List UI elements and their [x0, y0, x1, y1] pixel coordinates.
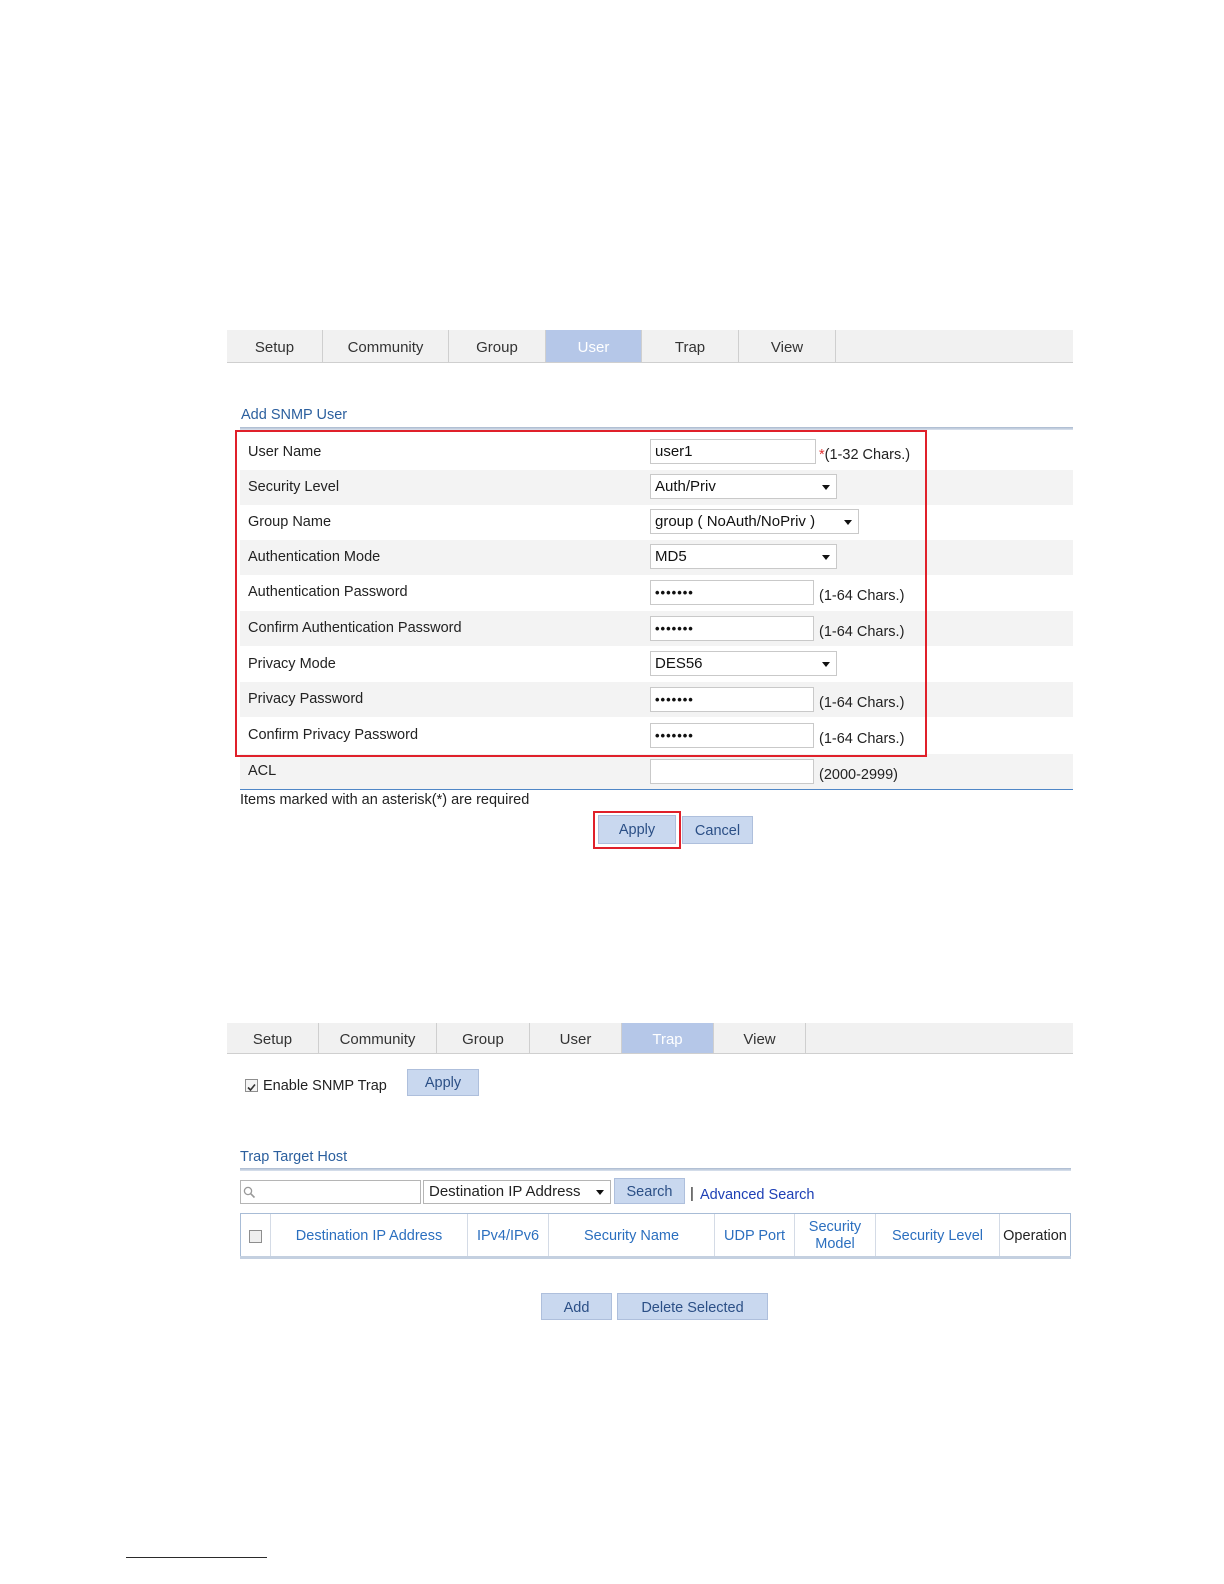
- search-separator: |: [690, 1185, 694, 1202]
- section-title: Add SNMP User: [241, 407, 348, 423]
- table-bottom-rule: [240, 1256, 1071, 1259]
- tab-bar: Setup Community Group User Trap View: [227, 1023, 1073, 1054]
- column-security-model[interactable]: Security Model: [795, 1214, 876, 1258]
- column-ip-version[interactable]: IPv4/IPv6: [468, 1214, 549, 1258]
- tab-setup[interactable]: Setup: [227, 1023, 319, 1053]
- enable-snmp-trap-label: Enable SNMP Trap: [263, 1078, 387, 1094]
- column-security-level[interactable]: Security Level: [876, 1214, 1000, 1258]
- required-note: Items marked with an asterisk(*) are req…: [240, 792, 530, 808]
- select-all-checkbox[interactable]: [249, 1229, 262, 1243]
- highlight-box: [235, 430, 927, 757]
- acl-input[interactable]: [650, 759, 814, 784]
- tab-user[interactable]: User: [546, 330, 642, 362]
- tab-community[interactable]: Community: [323, 330, 449, 362]
- trap-apply-button[interactable]: Apply: [407, 1069, 479, 1096]
- chevron-down-icon: [596, 1190, 604, 1195]
- tab-community[interactable]: Community: [319, 1023, 437, 1053]
- search-button[interactable]: Search: [614, 1178, 685, 1204]
- column-destination-ip[interactable]: Destination IP Address: [271, 1214, 468, 1258]
- row-acl: ACL (2000-2999): [240, 754, 1073, 789]
- tab-group[interactable]: Group: [437, 1023, 530, 1053]
- check-icon: [247, 1083, 256, 1092]
- tab-user[interactable]: User: [530, 1023, 622, 1053]
- add-button[interactable]: Add: [541, 1293, 612, 1320]
- tab-setup[interactable]: Setup: [227, 330, 323, 362]
- advanced-search-link[interactable]: Advanced Search: [700, 1187, 814, 1203]
- search-field-select[interactable]: Destination IP Address: [423, 1180, 611, 1204]
- search-field-value: Destination IP Address: [429, 1183, 581, 1200]
- enable-snmp-trap-checkbox[interactable]: [245, 1079, 258, 1092]
- delete-selected-button[interactable]: Delete Selected: [617, 1293, 768, 1320]
- search-input[interactable]: [240, 1180, 421, 1204]
- tab-trap[interactable]: Trap: [622, 1023, 714, 1053]
- search-icon: [243, 1186, 256, 1199]
- select-all-cell: [241, 1214, 271, 1258]
- section-title: Trap Target Host: [240, 1149, 348, 1165]
- acl-label: ACL: [248, 763, 277, 779]
- tab-trap[interactable]: Trap: [642, 330, 739, 362]
- apply-highlight-box: [593, 811, 681, 849]
- acl-hint: (2000-2999): [819, 767, 898, 783]
- tab-view[interactable]: View: [714, 1023, 806, 1053]
- tab-group[interactable]: Group: [449, 330, 546, 362]
- cancel-button[interactable]: Cancel: [682, 816, 753, 844]
- table-bottom-rule: [240, 789, 1073, 790]
- trap-host-table-header: Destination IP Address IPv4/IPv6 Securit…: [240, 1213, 1071, 1258]
- column-security-name[interactable]: Security Name: [549, 1214, 715, 1258]
- tab-view[interactable]: View: [739, 330, 836, 362]
- column-operation: Operation: [1003, 1227, 1067, 1244]
- column-udp-port[interactable]: UDP Port: [715, 1214, 795, 1258]
- tab-bar: Setup Community Group User Trap View: [227, 330, 1073, 363]
- footnote-rule: [126, 1557, 267, 1558]
- title-rule: [240, 1168, 1071, 1171]
